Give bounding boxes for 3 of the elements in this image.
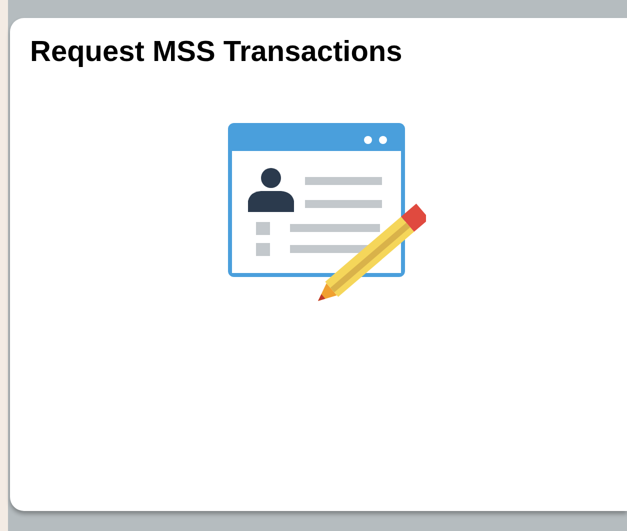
profile-edit-icon: [226, 121, 426, 303]
tile[interactable]: Request MSS Transactions: [10, 18, 627, 511]
tile-title: Request MSS Transactions: [30, 36, 402, 69]
